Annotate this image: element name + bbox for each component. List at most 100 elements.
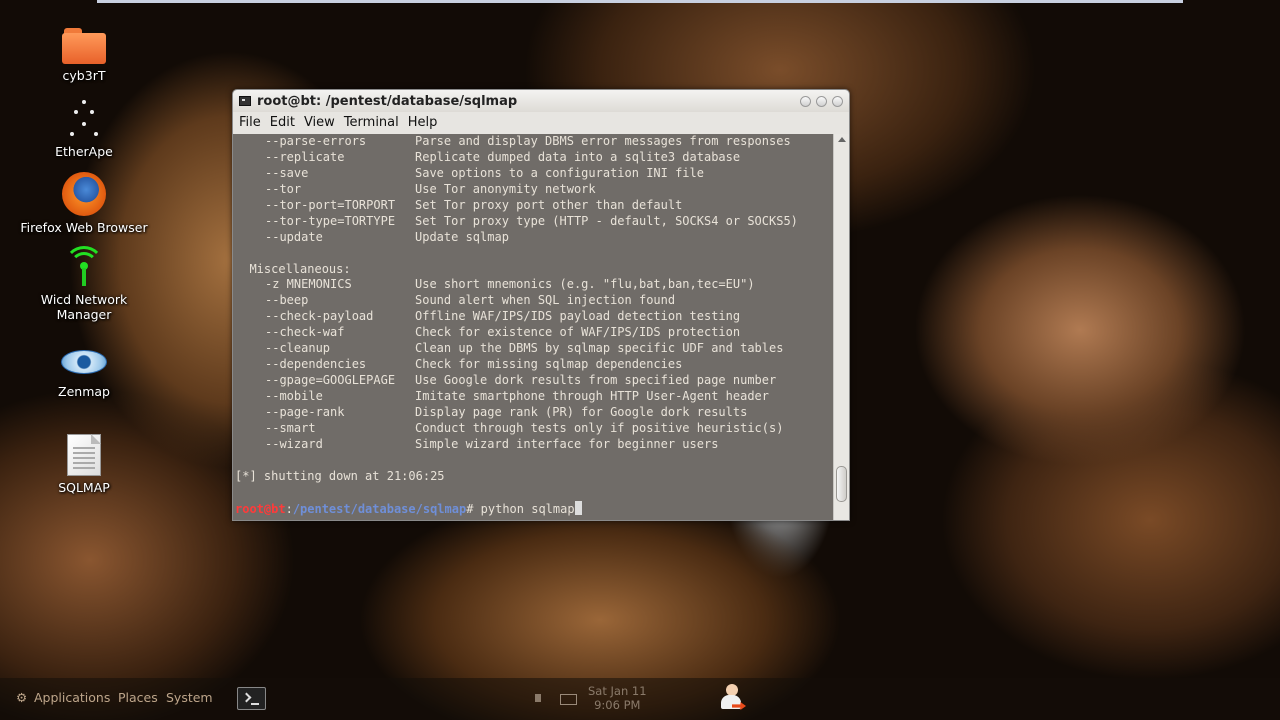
option-flag: --tor-type=TORTYPE: [265, 213, 396, 228]
desktop-icon-label: Firefox Web Browser: [20, 220, 148, 235]
option-flag: --cleanup: [265, 341, 331, 356]
option-description: Save options to a configuration INI file: [415, 165, 704, 180]
terminal-line: --page-rank Display page rank (PR) for Go…: [235, 405, 835, 421]
option-flag: --replicate: [265, 149, 345, 164]
panel-menu-places[interactable]: Places: [118, 690, 158, 705]
desktop-icon-etherape[interactable]: EtherApe: [9, 100, 159, 159]
user-switch-icon[interactable]: [718, 684, 746, 714]
desktop-icon-zenmap[interactable]: Zenmap: [9, 350, 159, 399]
terminal-line: --save Save options to a configuration IN…: [235, 166, 835, 182]
scroll-up-arrow-icon[interactable]: [838, 137, 846, 142]
terminal-line: --smart Conduct through tests only if pos…: [235, 421, 835, 437]
prompt-command: python sqlmap: [480, 501, 575, 516]
prompt-symbol: #: [466, 501, 481, 516]
terminal-line: --mobile Imitate smartphone through HTTP …: [235, 389, 835, 405]
firefox-icon: [62, 172, 106, 216]
option-description: Conduct through tests only if positive h…: [415, 420, 784, 435]
menu-bar: File Edit View Terminal Help: [233, 112, 849, 133]
option-description: Offline WAF/IPS/IDS payload detection te…: [415, 309, 741, 324]
desktop-icon-firefox[interactable]: Firefox Web Browser: [9, 172, 159, 235]
option-flag: -z MNEMONICS: [265, 277, 352, 292]
text-document-icon: [67, 434, 101, 476]
clock-date: Sat Jan 11: [588, 684, 647, 698]
terminal-output[interactable]: --parse-errors Parse and display DBMS err…: [233, 134, 835, 520]
terminal-line: --update Update sqlmap: [235, 230, 835, 246]
panel-menu-applications[interactable]: Applications: [34, 690, 110, 705]
scrollbar-thumb[interactable]: [836, 466, 847, 502]
terminal-line: --cleanup Clean up the DBMS by sqlmap spe…: [235, 341, 835, 357]
option-flag: --mobile: [265, 389, 323, 403]
maximize-button[interactable]: [816, 95, 827, 107]
menu-edit[interactable]: Edit: [266, 115, 299, 130]
option-description: Check for existence of WAF/IPS/IDS prote…: [415, 325, 741, 340]
option-flag: --page-rank: [265, 404, 345, 419]
option-description: Sound alert when SQL injection found: [415, 293, 676, 308]
option-flag: --tor: [265, 181, 302, 196]
terminal-prompt-line[interactable]: root@bt:/pentest/database/sqlmap# python…: [233, 500, 835, 518]
terminal-line: --dependencies Check for missing sqlmap d…: [235, 357, 835, 373]
terminal-line: --tor Use Tor anonymity network: [235, 182, 835, 198]
panel-clock[interactable]: Sat Jan 11 9:06 PM: [588, 684, 647, 712]
prompt-separator: :: [285, 501, 293, 516]
option-description: Use Google dork results from specified p…: [415, 373, 777, 388]
clock-time: 9:06 PM: [594, 698, 641, 712]
option-flag: --update: [265, 229, 323, 244]
prompt-user: root@bt: [235, 501, 286, 516]
option-description: Parse and display DBMS error messages fr…: [415, 134, 791, 148]
window-titlebar[interactable]: root@bt: /pentest/database/sqlmap: [233, 90, 849, 112]
terminal-line: --replicate Replicate dumped data into a …: [235, 150, 835, 166]
terminal-line: --gpage=GOOGLEPAGE Use Google dork result…: [235, 373, 835, 389]
menu-view[interactable]: View: [300, 115, 339, 130]
terminal-line: --parse-errors Parse and display DBMS err…: [235, 134, 835, 150]
desktop-icon-label: Zenmap: [58, 384, 110, 399]
zenmap-eye-icon: [61, 350, 107, 374]
desktop-icon-label: Wicd Network Manager: [40, 292, 128, 322]
terminal-lines: --parse-errors Parse and display DBMS err…: [233, 134, 835, 501]
option-flag: --check-waf: [265, 325, 345, 340]
text-cursor: [574, 500, 582, 515]
menu-terminal[interactable]: Terminal: [340, 115, 403, 130]
option-flag: --save: [265, 165, 309, 180]
menu-help[interactable]: Help: [404, 115, 442, 130]
option-description: Replicate dumped data into a sqlite3 dat…: [415, 149, 741, 164]
terminal-line: --tor-type=TORTYPE Set Tor proxy type (HT…: [235, 214, 835, 230]
panel-menu-system[interactable]: System: [166, 690, 213, 705]
terminal-icon: [239, 96, 251, 106]
option-description: Use short mnemonics (e.g. "flu,bat,ban,t…: [415, 277, 755, 292]
option-description: Imitate smartphone through HTTP User-Age…: [415, 389, 770, 403]
desktop-icon-sqlmap[interactable]: SQLMAP: [9, 434, 159, 495]
option-flag: --check-payload: [265, 309, 374, 324]
terminal-line: --wizard Simple wizard interface for begi…: [235, 437, 835, 453]
terminal-line: --tor-port=TORPORT Set Tor proxy port oth…: [235, 198, 835, 214]
option-flag: --smart: [265, 420, 316, 435]
terminal-line: -z MNEMONICS Use short mnemonics (e.g. "f…: [235, 277, 835, 293]
menu-file[interactable]: File: [235, 115, 265, 130]
minimize-button[interactable]: [800, 95, 811, 107]
folder-icon: [62, 28, 106, 64]
terminal-line: Miscellaneous:: [235, 261, 351, 276]
desktop-icon-wicd[interactable]: Wicd Network Manager: [9, 246, 159, 322]
mail-icon[interactable]: [560, 694, 577, 705]
close-button[interactable]: [832, 95, 843, 107]
bottom-panel: ⚙ Applications Places System Sat Jan 11 …: [0, 678, 1280, 720]
window-title: root@bt: /pentest/database/sqlmap: [257, 93, 518, 109]
option-flag: --tor-port=TORPORT: [265, 197, 396, 212]
panel-terminal-launcher-icon[interactable]: [237, 687, 266, 710]
option-description: Clean up the DBMS by sqlmap specific UDF…: [415, 341, 784, 356]
option-description: Update sqlmap: [415, 229, 509, 244]
desktop-icon-label: cyb3rT: [62, 68, 106, 83]
desktop-icon-cyb3rt[interactable]: cyb3rT: [9, 28, 159, 83]
terminal-line: --beep Sound alert when SQL injection fou…: [235, 293, 835, 309]
option-flag: --gpage=GOOGLEPAGE: [265, 373, 396, 388]
prompt-path: /pentest/database/sqlmap: [292, 501, 467, 516]
terminal-line: --check-waf Check for existence of WAF/IP…: [235, 325, 835, 341]
terminal-line: --check-payload Offline WAF/IPS/IDS paylo…: [235, 309, 835, 325]
option-flag: --parse-errors: [265, 134, 367, 148]
screen-top-strip: [97, 0, 1183, 3]
volume-icon[interactable]: [535, 694, 541, 702]
terminal-window[interactable]: root@bt: /pentest/database/sqlmap File E…: [232, 89, 850, 521]
terminal-scrollbar[interactable]: [833, 134, 849, 520]
etherape-icon: [68, 100, 100, 140]
